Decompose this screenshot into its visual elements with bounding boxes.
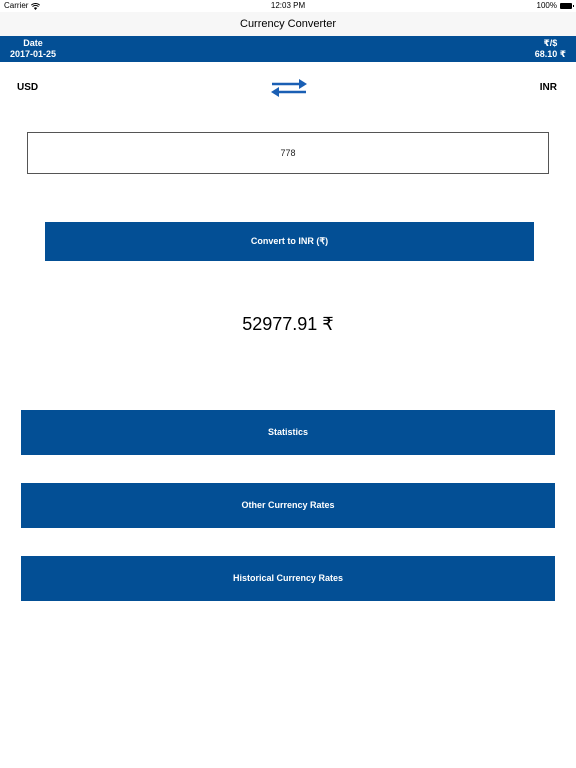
status-bar: Carrier 12:03 PM 100% [0,0,576,12]
battery-icon [560,3,574,9]
historical-currency-rates-button[interactable]: Historical Currency Rates [21,556,555,601]
to-currency-label[interactable]: INR [540,82,557,93]
other-currency-rates-button[interactable]: Other Currency Rates [21,483,555,528]
navigation-bar: Currency Converter [0,12,576,36]
battery-percent: 100% [536,1,557,10]
swap-arrows-icon[interactable] [270,78,308,98]
date-caption: Date [23,38,43,48]
status-time: 12:03 PM [270,1,306,10]
page-title: Currency Converter [240,18,336,30]
conversion-result: 52977.91 ₹ [242,314,334,334]
rate-caption: ₹/$ [543,38,558,48]
convert-button[interactable]: Convert to INR (₹) [45,222,534,261]
statistics-button[interactable]: Statistics [21,410,555,455]
rate-block: ₹/$ 68.10 ₹ [535,38,566,60]
date-block: Date 2017-01-25 [10,38,56,60]
rate-bar: Date 2017-01-25 ₹/$ 68.10 ₹ [0,36,576,62]
amount-input[interactable] [27,132,549,174]
battery-group: 100% [536,0,574,12]
rate-value: 68.10 ₹ [534,49,566,59]
from-currency-label[interactable]: USD [17,82,38,93]
currency-selector-row: USD INR [0,78,576,100]
date-value: 2017-01-25 [10,49,57,59]
